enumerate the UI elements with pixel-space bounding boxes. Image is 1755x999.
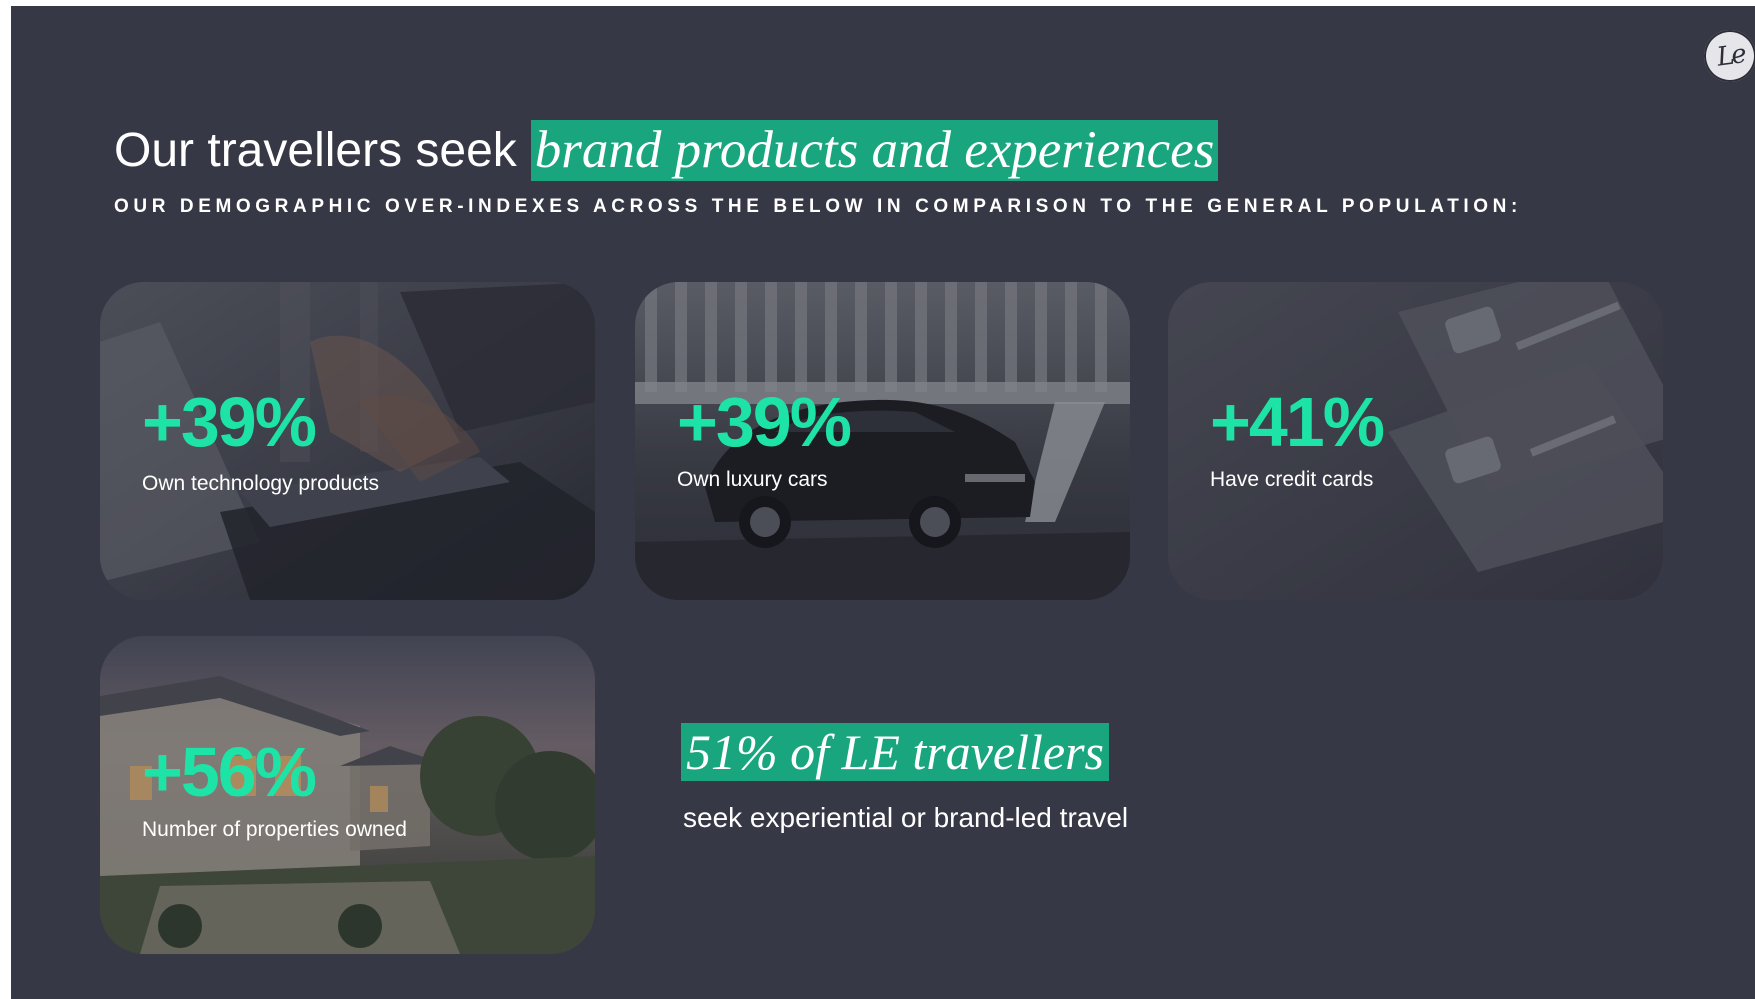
card-stat: +39% <box>677 383 852 461</box>
card-label: Number of properties owned <box>142 818 407 841</box>
stat-card-credit: +41% Have credit cards <box>1168 282 1663 600</box>
card-stat: +56% <box>142 733 317 811</box>
card-stat: +39% <box>142 383 317 461</box>
slide-title: Our travellers seek brand products and e… <box>114 120 1219 181</box>
slide-subtitle: OUR DEMOGRAPHIC OVER-INDEXES ACROSS THE … <box>114 196 1522 217</box>
stat-card-properties: +56% Number of properties owned <box>100 636 595 954</box>
card-label: Own technology products <box>142 472 379 495</box>
stat-card-cars: +39% Own luxury cars <box>635 282 1130 600</box>
card-stat: +41% <box>1210 383 1385 461</box>
title-text: Our travellers seek <box>114 124 517 177</box>
logo-monogram: Le <box>1714 39 1746 73</box>
card-label: Own luxury cars <box>677 468 828 491</box>
slide: Le Our travellers seek brand products an… <box>11 6 1755 999</box>
callout-text: seek experiential or brand-led travel <box>683 802 1129 833</box>
title-highlight: brand products and experiences <box>530 120 1219 181</box>
callout-highlight: 51% of LE travellers <box>681 723 1110 781</box>
card-label: Have credit cards <box>1210 468 1374 491</box>
le-logo-icon: Le <box>1704 30 1755 82</box>
stat-card-technology: +39% Own technology products <box>100 282 595 600</box>
